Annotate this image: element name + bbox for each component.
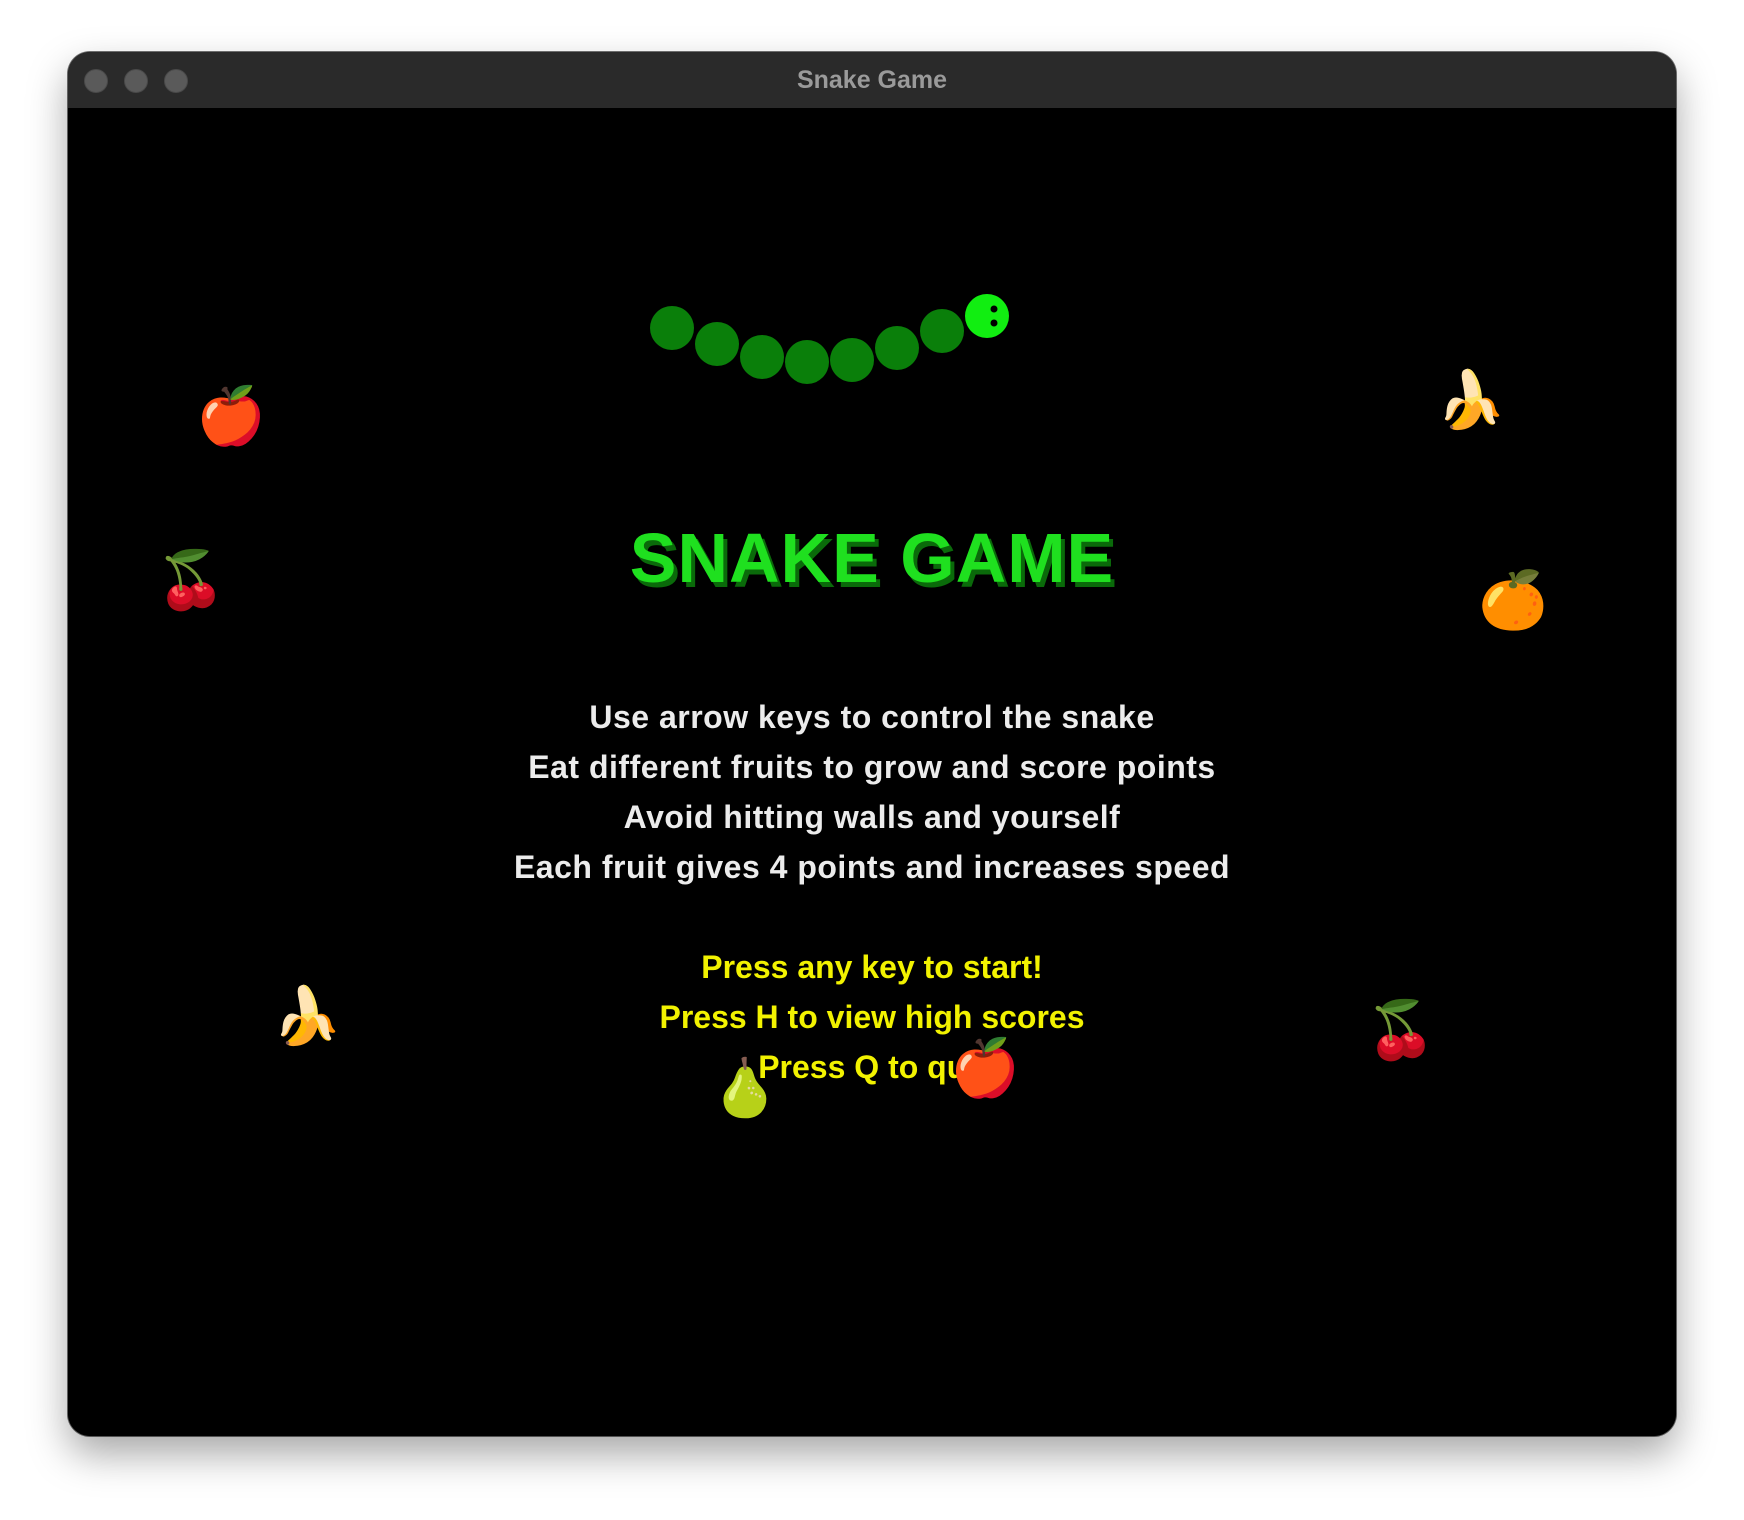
pear-icon: 🍐 <box>710 1056 780 1119</box>
snake-body-segment <box>920 309 964 353</box>
snake-body-segment <box>650 306 694 350</box>
window-title: Snake Game <box>796 66 948 94</box>
snake-body-segment <box>830 338 874 382</box>
snake-body-segment <box>875 326 919 370</box>
snake-body-segment <box>695 322 739 366</box>
game-canvas[interactable]: SNAKE GAME Use arrow keys to control the… <box>68 108 1676 1436</box>
snake-head <box>965 294 1009 338</box>
banana-icon: 🍌 <box>1436 368 1506 431</box>
instruction-line: Avoid hitting walls and yourself <box>623 799 1121 835</box>
game-title: SNAKE GAME <box>629 519 1115 597</box>
cherry-icon: 🍒 <box>156 548 226 611</box>
snake-body-segment <box>785 340 829 384</box>
snake-body-segment <box>740 335 784 379</box>
window-titlebar[interactable]: Snake Game <box>68 52 1676 109</box>
snake-eye <box>990 305 998 313</box>
game-window: Snake Game SNAKE GAME Use arrow keys to … <box>68 52 1676 1436</box>
snake <box>650 294 1009 384</box>
instruction-line: Eat different fruits to grow and score p… <box>528 749 1216 785</box>
instruction-line: Use arrow keys to control the snake <box>589 699 1155 735</box>
instructions: Use arrow keys to control the snake Eat … <box>68 692 1676 892</box>
snake-eye <box>990 319 998 327</box>
apple-icon: 🍎 <box>196 384 266 447</box>
instruction-line: Each fruit gives 4 points and increases … <box>513 849 1231 885</box>
cherry-icon: 🍒 <box>1366 998 1436 1061</box>
orange-icon: 🍊 <box>1478 568 1548 631</box>
banana-icon: 🍌 <box>272 984 342 1047</box>
apple-icon: 🍎 <box>950 1036 1020 1099</box>
